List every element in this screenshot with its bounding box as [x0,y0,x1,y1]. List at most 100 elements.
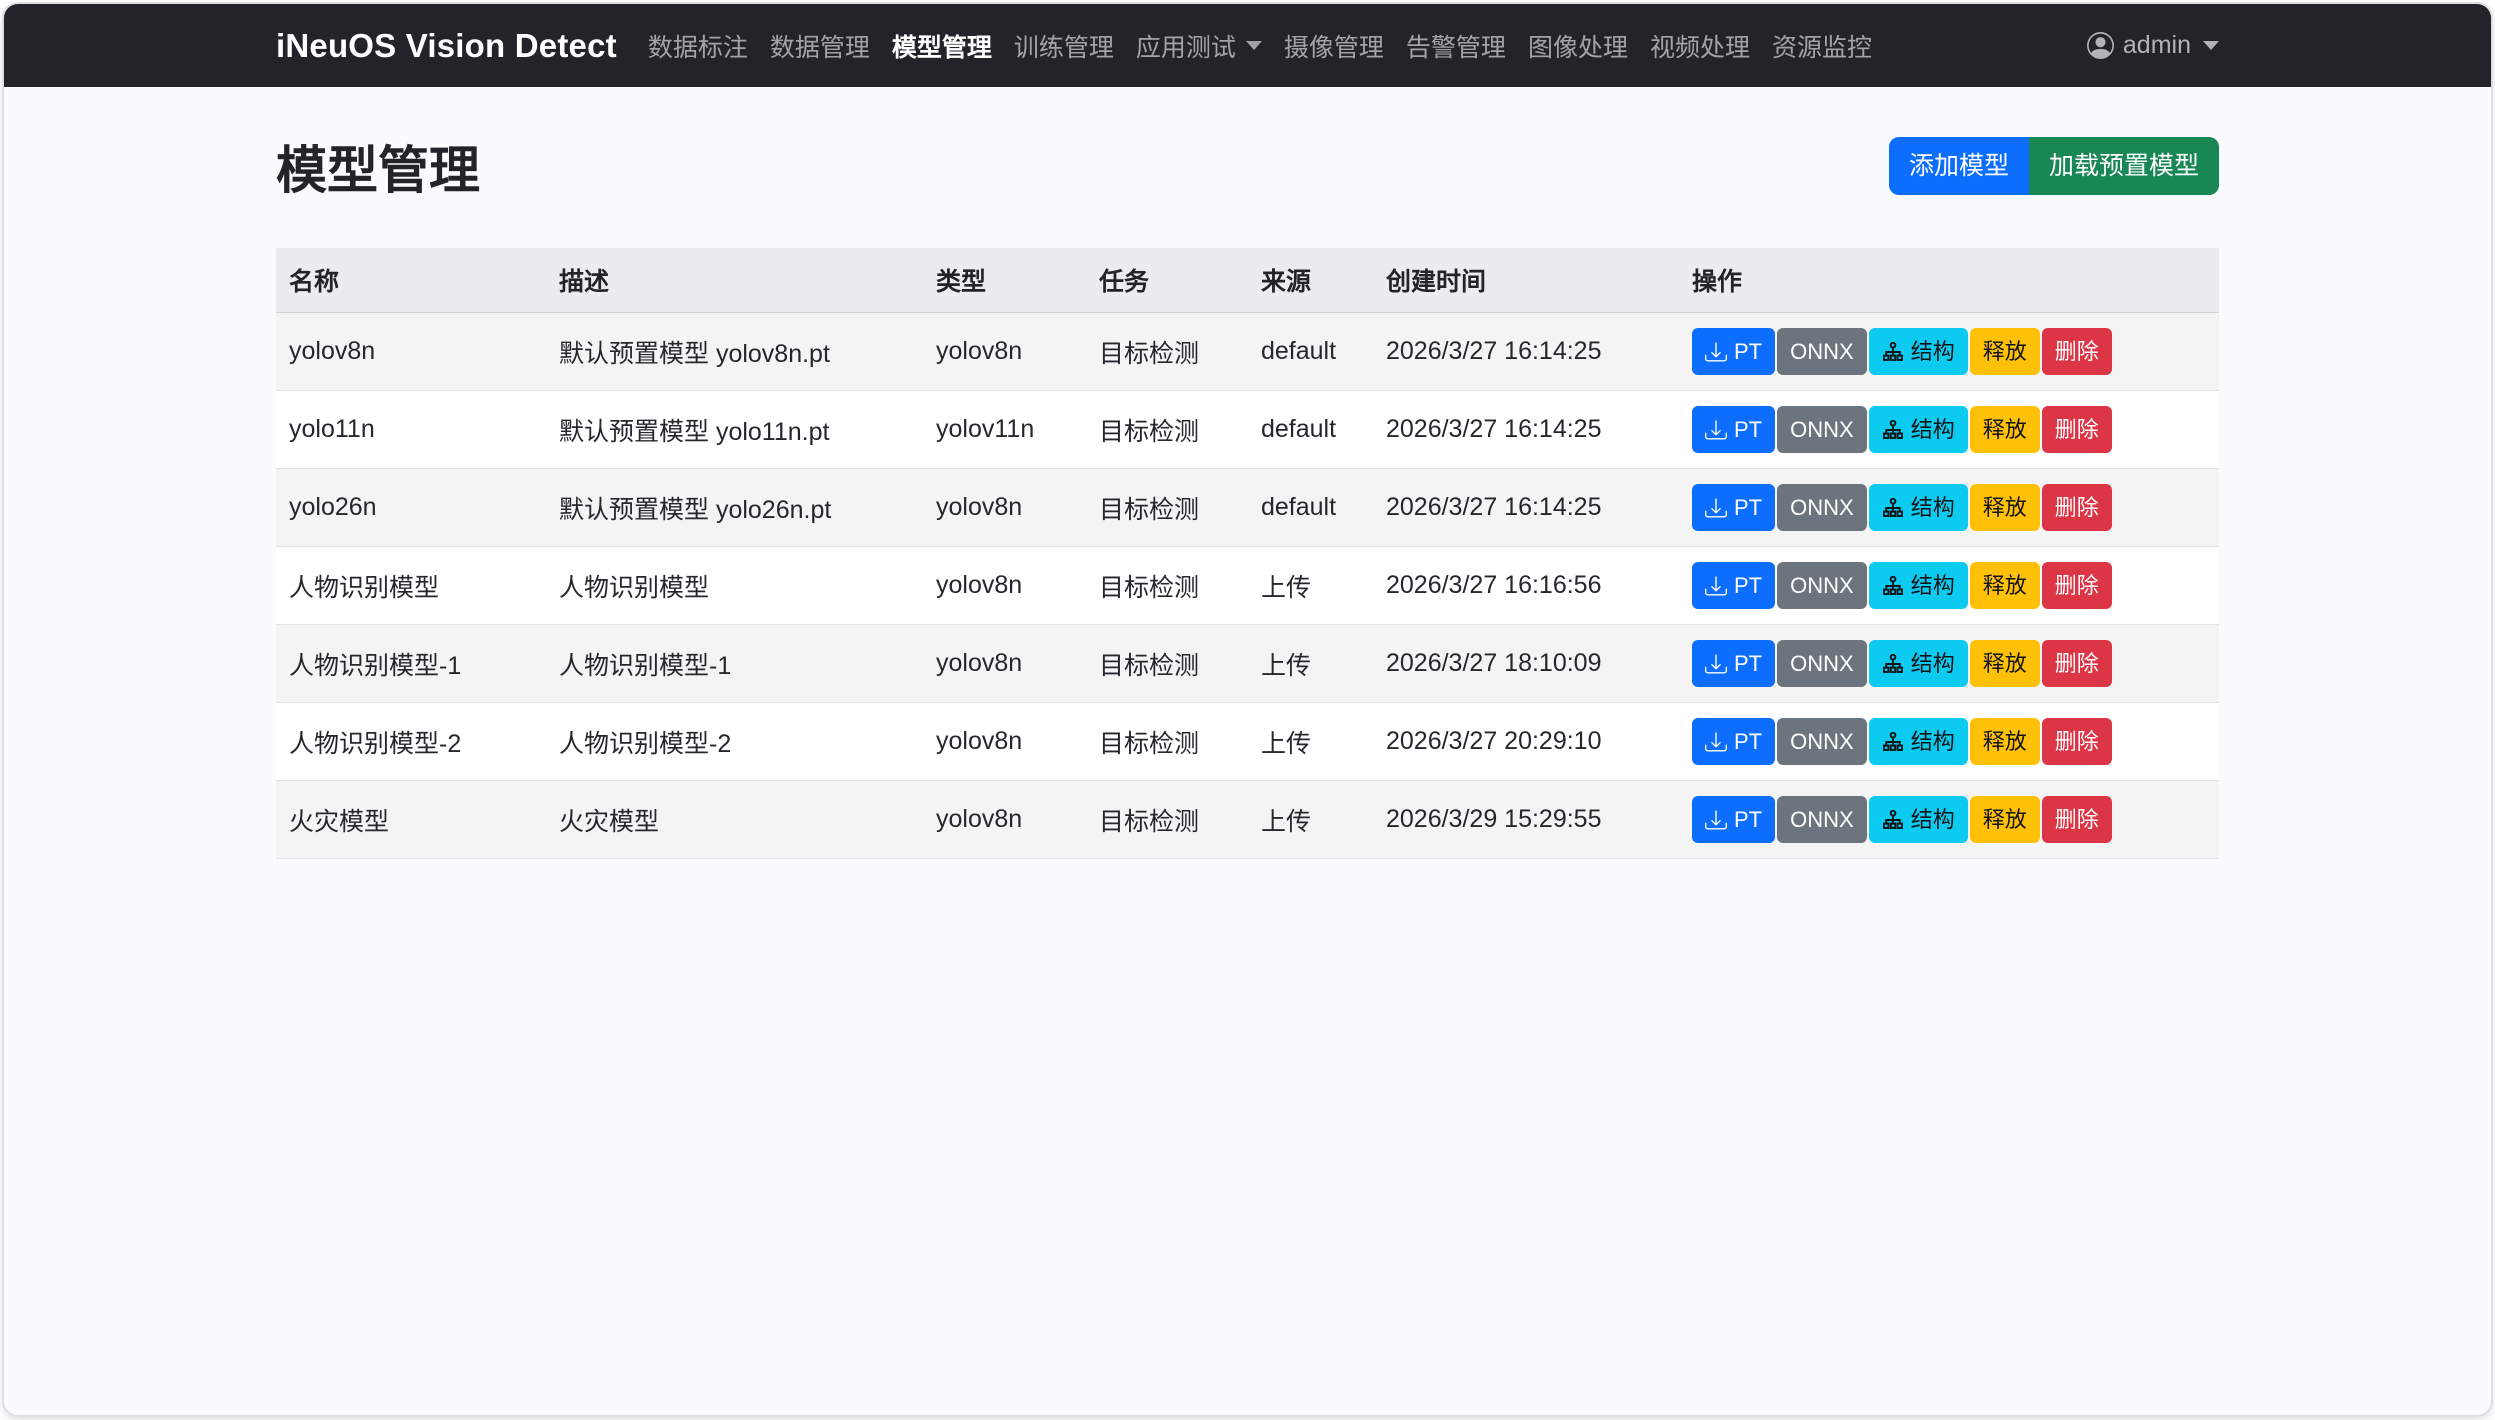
load-preset-model-button[interactable]: 加载预置模型 [2029,137,2219,195]
top-navbar: iNeuOS Vision Detect 数据标注 数据管理 模型管理 训练管理… [4,4,2491,87]
view-structure-button[interactable]: 结构 [1869,718,1968,765]
cell-actions: PT ONNX 结构 [1679,469,2219,547]
cell-description: 默认预置模型 yolo11n.pt [546,391,923,469]
nav-item-8[interactable]: 视频处理 [1639,28,1761,64]
release-button[interactable]: 释放 [1970,796,2040,843]
delete-button[interactable]: 删除 [2042,640,2112,687]
export-onnx-button[interactable]: ONNX [1777,484,1867,531]
nav-item-9[interactable]: 资源监控 [1761,28,1883,64]
nav-item-label: 数据管理 [770,28,870,64]
structure-label: 结构 [1911,341,1955,363]
delete-button[interactable]: 删除 [2042,796,2112,843]
nav-item-5[interactable]: 摄像管理 [1273,28,1395,64]
release-label: 释放 [1983,809,2027,831]
nav-item-label: 数据标注 [648,28,748,64]
cell-created-time: 2026/3/27 16:14:25 [1373,469,1679,547]
table-row: yolo26n 默认预置模型 yolo26n.pt yolov8n 目标检测 d… [276,469,2219,547]
cell-description: 人物识别模型-1 [546,625,923,703]
export-onnx-button[interactable]: ONNX [1777,328,1867,375]
cell-name: yolo11n [276,391,546,469]
delete-button[interactable]: 删除 [2042,406,2112,453]
column-header-1: 描述 [546,248,923,313]
view-structure-button[interactable]: 结构 [1869,484,1968,531]
release-button[interactable]: 释放 [1970,562,2040,609]
cell-name: yolov8n [276,313,546,391]
delete-button[interactable]: 删除 [2042,718,2112,765]
view-structure-button[interactable]: 结构 [1869,796,1968,843]
nav-item-2[interactable]: 模型管理 [881,28,1003,64]
download-pt-button[interactable]: PT [1692,718,1775,765]
view-structure-button[interactable]: 结构 [1869,406,1968,453]
delete-label: 删除 [2055,731,2099,753]
nav-item-label: 应用测试 [1136,28,1236,64]
nav-item-0[interactable]: 数据标注 [637,28,759,64]
cell-type: yolov8n [923,625,1086,703]
delete-button[interactable]: 删除 [2042,562,2112,609]
page-title: 模型管理 [276,129,480,203]
table-row: yolo11n 默认预置模型 yolo11n.pt yolov11n 目标检测 … [276,391,2219,469]
nav-item-4[interactable]: 应用测试 [1125,28,1273,64]
release-button[interactable]: 释放 [1970,718,2040,765]
cell-name: 人物识别模型-2 [276,703,546,781]
delete-label: 删除 [2055,497,2099,519]
cell-actions: PT ONNX 结构 [1679,313,2219,391]
nav-item-label: 告警管理 [1406,28,1506,64]
structure-label: 结构 [1911,575,1955,597]
cell-task: 目标检测 [1086,313,1248,391]
release-label: 释放 [1983,731,2027,753]
add-model-button[interactable]: 添加模型 [1889,137,2029,195]
nav-item-3[interactable]: 训练管理 [1003,28,1125,64]
delete-label: 删除 [2055,653,2099,675]
download-pt-button[interactable]: PT [1692,640,1775,687]
table-header-row: 名称描述类型任务来源创建时间操作 [276,248,2219,313]
column-header-3: 任务 [1086,248,1248,313]
nav-item-7[interactable]: 图像处理 [1517,28,1639,64]
delete-button[interactable]: 删除 [2042,484,2112,531]
nav-item-6[interactable]: 告警管理 [1395,28,1517,64]
cell-name: 人物识别模型 [276,547,546,625]
view-structure-button[interactable]: 结构 [1869,562,1968,609]
cell-created-time: 2026/3/27 16:14:25 [1373,391,1679,469]
export-onnx-button[interactable]: ONNX [1777,718,1867,765]
download-pt-button[interactable]: PT [1692,484,1775,531]
cell-created-time: 2026/3/27 18:10:09 [1373,625,1679,703]
download-pt-button[interactable]: PT [1692,328,1775,375]
diagram-icon [1882,575,1904,597]
export-onnx-button[interactable]: ONNX [1777,406,1867,453]
onnx-label: ONNX [1790,731,1854,753]
caret-down-icon [1246,41,1262,50]
cell-task: 目标检测 [1086,625,1248,703]
delete-label: 删除 [2055,341,2099,363]
release-label: 释放 [1983,575,2027,597]
download-pt-button[interactable]: PT [1692,406,1775,453]
view-structure-button[interactable]: 结构 [1869,328,1968,375]
release-button[interactable]: 释放 [1970,640,2040,687]
onnx-label: ONNX [1790,575,1854,597]
release-label: 释放 [1983,653,2027,675]
table-row: 人物识别模型-1 人物识别模型-1 yolov8n 目标检测 上传 2026/3… [276,625,2219,703]
cell-type: yolov8n [923,313,1086,391]
delete-label: 删除 [2055,575,2099,597]
export-onnx-button[interactable]: ONNX [1777,562,1867,609]
navbar-inner: iNeuOS Vision Detect 数据标注 数据管理 模型管理 训练管理… [276,27,2219,65]
cell-created-time: 2026/3/27 16:14:25 [1373,313,1679,391]
cell-task: 目标检测 [1086,469,1248,547]
cell-task: 目标检测 [1086,547,1248,625]
download-pt-button[interactable]: PT [1692,562,1775,609]
user-menu[interactable]: admin [2087,31,2219,60]
export-onnx-button[interactable]: ONNX [1777,640,1867,687]
release-button[interactable]: 释放 [1970,328,2040,375]
export-onnx-button[interactable]: ONNX [1777,796,1867,843]
download-icon [1705,419,1727,441]
view-structure-button[interactable]: 结构 [1869,640,1968,687]
diagram-icon [1882,809,1904,831]
download-pt-button[interactable]: PT [1692,796,1775,843]
release-button[interactable]: 释放 [1970,484,2040,531]
app-brand[interactable]: iNeuOS Vision Detect [276,27,617,65]
nav-item-1[interactable]: 数据管理 [759,28,881,64]
download-icon [1705,731,1727,753]
table-row: yolov8n 默认预置模型 yolov8n.pt yolov8n 目标检测 d… [276,313,2219,391]
download-icon [1705,809,1727,831]
release-button[interactable]: 释放 [1970,406,2040,453]
delete-button[interactable]: 删除 [2042,328,2112,375]
